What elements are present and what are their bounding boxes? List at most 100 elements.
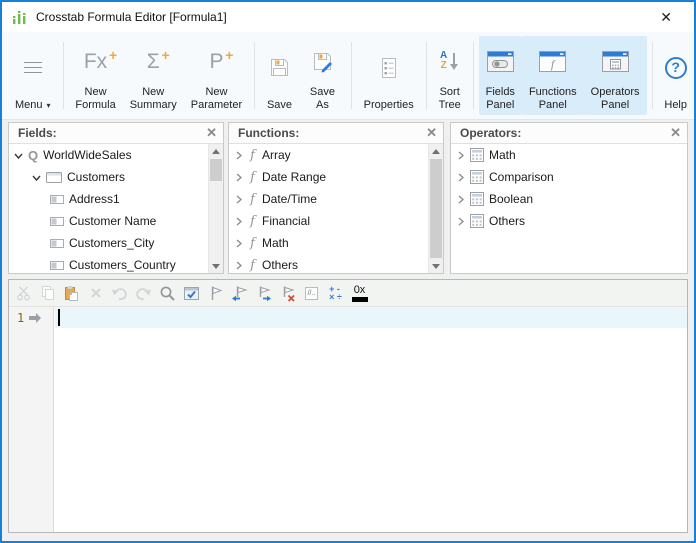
operators-panel-toggle[interactable]: Operators Panel: [583, 36, 647, 115]
functions-panel-toggle[interactable]: f Functions Panel: [521, 36, 584, 115]
scrollbar-thumb[interactable]: [430, 159, 442, 258]
save-button[interactable]: Save: [260, 36, 299, 115]
functions-scrollbar[interactable]: [428, 144, 443, 273]
bookmark-button[interactable]: [204, 282, 227, 305]
tree-item-date-time[interactable]: f Date/Time: [229, 188, 443, 210]
help-label: Help: [664, 99, 687, 111]
crosstab-formula-editor-window: Crosstab Formula Editor [Formula1] ✕ Men…: [0, 0, 696, 543]
chevron-right-icon[interactable]: [456, 195, 465, 204]
flag-right-arrow-icon: [255, 285, 272, 302]
fields-tree: Q WorldWideSales Customers Address1 Cust…: [9, 144, 223, 273]
code-area[interactable]: 1: [9, 307, 687, 532]
clear-bookmarks-button[interactable]: [276, 282, 299, 305]
function-icon: f: [250, 235, 255, 251]
properties-button[interactable]: Properties: [357, 36, 421, 115]
fields-panel-close-button[interactable]: ✕: [206, 125, 217, 141]
tree-item-label: Customers: [67, 170, 126, 184]
chevron-down-icon: ▾: [46, 101, 51, 110]
help-button[interactable]: ? Help: [657, 36, 694, 115]
scroll-down-icon[interactable]: [429, 259, 443, 273]
chevron-right-icon[interactable]: [456, 151, 465, 160]
current-line-arrow-icon: [28, 311, 42, 325]
flag-left-arrow-icon: [231, 285, 248, 302]
scroll-down-icon[interactable]: [209, 259, 223, 273]
operators-list-button[interactable]: + - × ÷: [324, 282, 347, 305]
tree-item-address1[interactable]: Address1: [9, 188, 223, 210]
copy-button[interactable]: [36, 282, 59, 305]
chevron-right-icon[interactable]: [234, 239, 243, 248]
scroll-up-icon[interactable]: [209, 144, 223, 158]
chevron-right-icon[interactable]: [234, 261, 243, 270]
new-summary-button[interactable]: Σ + New Summary: [123, 36, 184, 115]
new-parameter-button[interactable]: P + New Parameter: [184, 36, 249, 115]
sigma-icon: Σ +: [146, 46, 170, 73]
tree-item-label: Date Range: [262, 170, 327, 184]
scroll-up-icon[interactable]: [429, 144, 443, 158]
line-number-gutter: [9, 307, 54, 532]
chevron-right-icon[interactable]: [456, 173, 465, 182]
tree-item-array[interactable]: f Array: [229, 144, 443, 166]
tree-item-customers-city[interactable]: Customers_City: [9, 232, 223, 254]
hex-view-button[interactable]: 0x: [348, 282, 371, 305]
save-as-button[interactable]: Save As: [299, 36, 346, 115]
tree-item-comparison[interactable]: Comparison: [451, 166, 687, 188]
new-summary-label-1: New: [142, 86, 165, 98]
sort-tree-button[interactable]: AZ Sort Tree: [432, 36, 468, 115]
new-formula-button[interactable]: Fx + New Formula: [68, 36, 122, 115]
functions-panel-title: Functions:: [238, 126, 300, 140]
tree-item-label: Address1: [69, 192, 120, 206]
chevron-right-icon[interactable]: [456, 217, 465, 226]
field-icon: [50, 194, 64, 204]
previous-bookmark-button[interactable]: [228, 282, 251, 305]
fields-scrollbar[interactable]: [208, 144, 223, 273]
cut-button[interactable]: [12, 282, 35, 305]
function-icon: f: [250, 191, 255, 207]
chevron-right-icon[interactable]: [234, 173, 243, 182]
redo-button[interactable]: [132, 282, 155, 305]
help-icon: ?: [664, 56, 687, 79]
undo-button[interactable]: [108, 282, 131, 305]
delete-button[interactable]: [84, 282, 107, 305]
tree-item-date-range[interactable]: f Date Range: [229, 166, 443, 188]
query-icon: Q: [28, 147, 39, 163]
scrollbar-thumb[interactable]: [210, 159, 222, 181]
next-bookmark-button[interactable]: [252, 282, 275, 305]
syntax-check-button[interactable]: [180, 282, 203, 305]
magnifier-icon: [159, 285, 176, 302]
new-parameter-label-2: Parameter: [190, 99, 243, 111]
tree-item-label: Math: [489, 148, 516, 162]
toolbar-separator: [254, 42, 255, 109]
field-icon: [50, 260, 64, 270]
chevron-down-icon[interactable]: [32, 173, 41, 182]
tree-item-others-functions[interactable]: f Others: [229, 254, 443, 273]
tree-item-worldwidesales[interactable]: Q WorldWideSales: [9, 144, 223, 166]
window-close-button[interactable]: ✕: [652, 7, 680, 28]
tree-item-label: Others: [262, 258, 299, 272]
function-icon: f: [250, 169, 255, 185]
chevron-down-icon[interactable]: [14, 151, 23, 160]
comment-button[interactable]: //..: [300, 282, 323, 305]
function-icon: f: [250, 147, 255, 163]
tree-item-math-functions[interactable]: f Math: [229, 232, 443, 254]
menu-button[interactable]: Menu ▾: [8, 36, 58, 115]
tree-item-financial[interactable]: f Financial: [229, 210, 443, 232]
chevron-right-icon[interactable]: [234, 195, 243, 204]
fields-panel-toggle[interactable]: Fields Panel: [478, 36, 522, 115]
functions-panel-close-button[interactable]: ✕: [426, 125, 437, 141]
chevron-right-icon[interactable]: [234, 151, 243, 160]
hamburger-icon: [23, 40, 42, 95]
chevron-right-icon[interactable]: [234, 217, 243, 226]
paste-button[interactable]: [60, 282, 83, 305]
flag-remove-icon: [279, 285, 296, 302]
redo-icon: [135, 286, 152, 301]
tree-item-customers[interactable]: Customers: [9, 166, 223, 188]
tree-item-customer-name[interactable]: Customer Name: [9, 210, 223, 232]
tree-item-customers-country[interactable]: Customers_Country: [9, 254, 223, 273]
tree-item-boolean[interactable]: Boolean: [451, 188, 687, 210]
find-button[interactable]: [156, 282, 179, 305]
tree-item-others-operators[interactable]: Others: [451, 210, 687, 232]
operators-panel-close-button[interactable]: ✕: [670, 125, 681, 141]
line-number: 1: [17, 310, 25, 325]
properties-icon: [378, 40, 400, 95]
tree-item-math-operators[interactable]: Math: [451, 144, 687, 166]
